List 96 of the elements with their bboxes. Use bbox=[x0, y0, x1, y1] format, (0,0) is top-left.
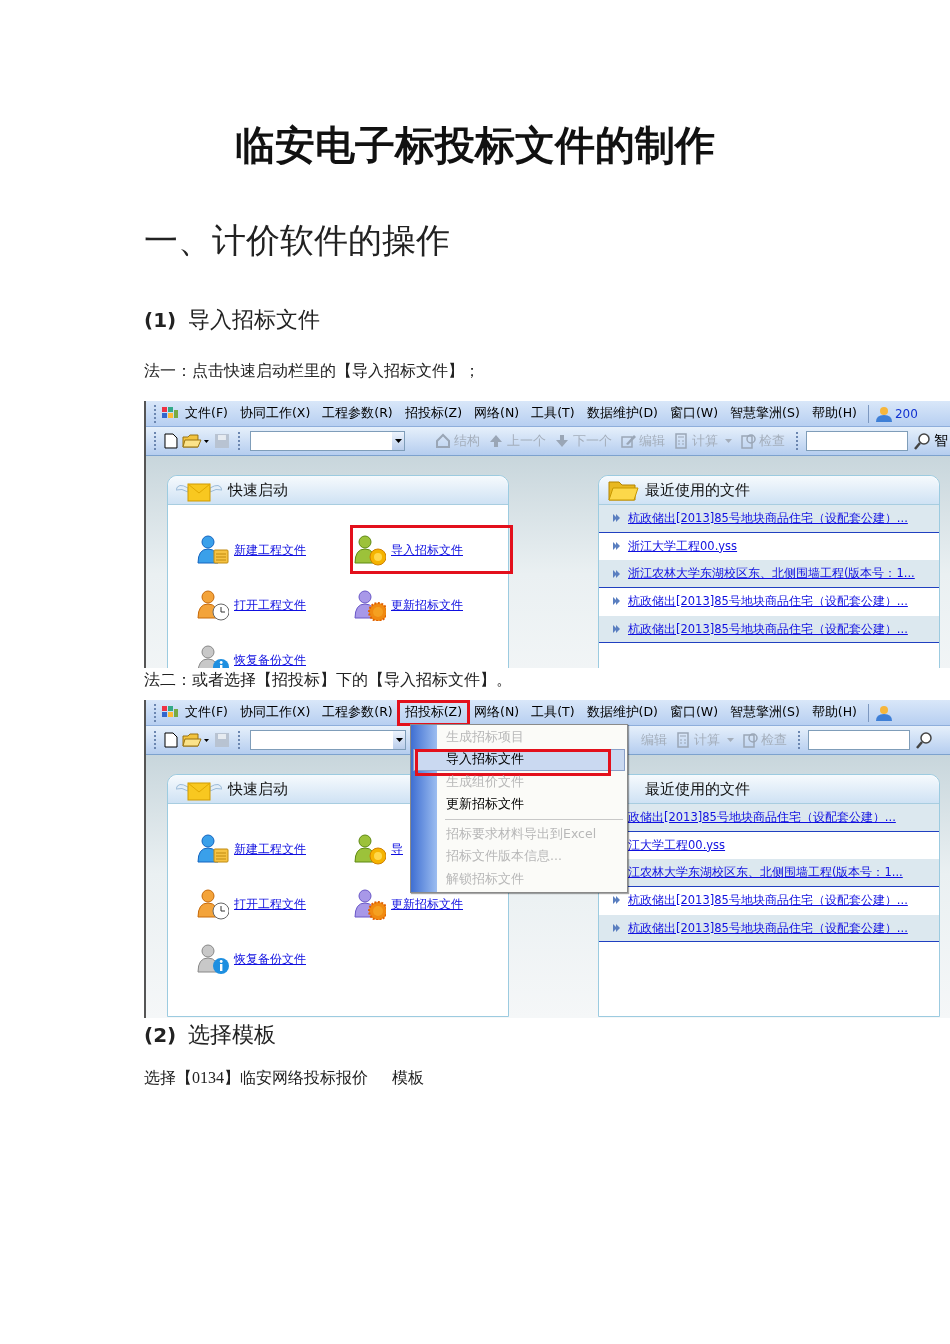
down-arrow-icon bbox=[554, 433, 571, 449]
account-text: 200 bbox=[894, 406, 918, 421]
quick-start-link[interactable]: 更新招标文件 bbox=[391, 596, 463, 614]
search-field[interactable] bbox=[808, 730, 910, 750]
double-arrow-icon bbox=[613, 569, 621, 578]
user-badge-icon bbox=[354, 534, 386, 566]
document-title: 临安电子标投标文件的制作 bbox=[235, 121, 715, 170]
grip-icon[interactable] bbox=[795, 432, 800, 450]
project-combo-box[interactable] bbox=[250, 730, 406, 750]
menu-item[interactable]: 窗口(W) bbox=[664, 403, 724, 424]
step-title: 导入招标文件 bbox=[188, 306, 321, 334]
menu-item[interactable]: 工程参数(R) bbox=[317, 403, 398, 424]
menu-item[interactable]: 网络(N) bbox=[469, 403, 525, 424]
quick-start-link[interactable]: 新建工程文件 bbox=[234, 840, 306, 858]
double-arrow-icon bbox=[613, 625, 621, 634]
menu-item[interactable]: 文件(F) bbox=[180, 403, 233, 424]
menu-item[interactable]: 智慧擎洲(S) bbox=[725, 702, 805, 723]
grip-icon[interactable] bbox=[153, 432, 157, 450]
panel-title: 最近使用的文件 bbox=[645, 480, 750, 500]
house-icon bbox=[435, 433, 452, 449]
double-arrow-icon bbox=[613, 597, 621, 606]
menu-item[interactable]: 协同工作(X) bbox=[234, 403, 316, 424]
folder-icon bbox=[607, 478, 639, 502]
new-file-icon[interactable] bbox=[164, 732, 178, 748]
double-arrow-icon bbox=[613, 514, 621, 523]
caret-icon bbox=[727, 738, 734, 742]
quick-start-link[interactable]: 导 bbox=[391, 840, 403, 858]
step-number: (1) bbox=[144, 307, 177, 334]
user-badge-icon bbox=[197, 534, 229, 566]
user-badge-icon bbox=[354, 589, 386, 621]
quick-start-link[interactable]: 恢复备份文件 bbox=[234, 950, 306, 968]
grip-icon[interactable] bbox=[237, 731, 241, 749]
step-number: (2) bbox=[144, 1022, 177, 1049]
user-badge-icon bbox=[354, 888, 386, 920]
app-grid-icon bbox=[162, 406, 178, 421]
user-badge-icon bbox=[354, 833, 386, 865]
panel-title: 最近使用的文件 bbox=[645, 779, 750, 799]
recent-file-link[interactable]: 江大学工程00.yss bbox=[628, 837, 726, 853]
menu-item[interactable]: 协同工作(X) bbox=[234, 702, 316, 723]
recent-file-link[interactable]: 杭政储出[2013]85号地块商品住宅（设配套公建）... bbox=[628, 892, 908, 908]
quick-start-link[interactable]: 打开工程文件 bbox=[234, 895, 306, 913]
calculator-icon bbox=[673, 433, 690, 449]
menu-item[interactable]: 数据维护(D) bbox=[581, 702, 663, 723]
menu-item[interactable]: 网络(N) bbox=[469, 702, 525, 723]
app-grid-icon bbox=[162, 705, 178, 720]
menu-item[interactable]: 工具(T) bbox=[526, 702, 580, 723]
grip-icon[interactable] bbox=[153, 703, 157, 722]
pencil-icon bbox=[620, 433, 637, 449]
grip-icon[interactable] bbox=[797, 731, 801, 749]
search-field[interactable] bbox=[806, 431, 908, 451]
menu-item[interactable]: 工程参数(R) bbox=[317, 702, 398, 723]
double-arrow-icon bbox=[613, 924, 621, 933]
section-heading: 一、计价软件的操作 bbox=[144, 221, 450, 261]
new-file-icon[interactable] bbox=[164, 433, 178, 449]
recent-file-link[interactable]: 杭政储出[2013]85号地块商品住宅（设配套公建）... bbox=[628, 593, 908, 609]
grip-icon[interactable] bbox=[153, 731, 157, 749]
menu-item[interactable]: 数据维护(D) bbox=[581, 403, 663, 424]
grip-icon[interactable] bbox=[153, 404, 157, 423]
quick-start-link[interactable]: 更新招标文件 bbox=[391, 895, 463, 913]
paragraph: 法二：或者选择【招投标】下的【导入招标文件】。 bbox=[144, 670, 512, 690]
user-badge-icon bbox=[197, 943, 229, 975]
paragraph: 选择【0134】临安网络投标报价 模板 bbox=[144, 1068, 424, 1088]
user-badge-icon bbox=[197, 589, 229, 621]
calculator-icon bbox=[675, 732, 691, 748]
document-check-icon bbox=[740, 433, 757, 449]
double-arrow-icon bbox=[613, 896, 621, 905]
user-icon[interactable] bbox=[874, 703, 893, 722]
quick-start-link[interactable]: 新建工程文件 bbox=[234, 541, 306, 559]
menu-item[interactable]: 帮助(H) bbox=[806, 403, 862, 424]
caret-icon bbox=[725, 439, 733, 443]
user-badge-icon bbox=[197, 888, 229, 920]
menu-item[interactable]: 招投标(Z) bbox=[399, 403, 468, 424]
menu-item[interactable]: 招投标(Z) bbox=[399, 702, 468, 723]
quick-start-link[interactable]: 打开工程文件 bbox=[234, 596, 306, 614]
user-icon[interactable] bbox=[874, 404, 893, 423]
panel-title: 快速启动 bbox=[228, 480, 288, 500]
double-arrow-icon bbox=[613, 542, 621, 551]
open-folder-icon[interactable] bbox=[182, 732, 210, 748]
panel-title: 快速启动 bbox=[228, 779, 288, 799]
menu-item[interactable]: 工具(T) bbox=[526, 403, 580, 424]
document-check-icon bbox=[742, 732, 758, 748]
paragraph: 法一：点击快速启动栏里的【导入招标文件】； bbox=[144, 361, 480, 381]
menu-item[interactable]: 窗口(W) bbox=[664, 702, 724, 723]
menu-item[interactable]: 更新招标文件 bbox=[413, 793, 625, 816]
menu-item[interactable]: 文件(F) bbox=[180, 702, 233, 723]
user-badge-icon bbox=[197, 833, 229, 865]
recent-file-link[interactable]: 浙江大学工程00.yss bbox=[628, 538, 738, 554]
menu-item[interactable]: 智慧擎洲(S) bbox=[725, 403, 805, 424]
grip-icon[interactable] bbox=[236, 432, 241, 450]
search-button[interactable]: 智 bbox=[912, 432, 950, 450]
project-combo-box[interactable] bbox=[249, 431, 406, 451]
quick-start-link[interactable]: 恢复备份文件 bbox=[234, 651, 306, 668]
up-arrow-icon bbox=[488, 433, 505, 449]
menu-item[interactable]: 帮助(H) bbox=[806, 702, 862, 723]
quick-start-link[interactable]: 导入招标文件 bbox=[391, 541, 463, 559]
step-title: 选择模板 bbox=[188, 1021, 277, 1049]
